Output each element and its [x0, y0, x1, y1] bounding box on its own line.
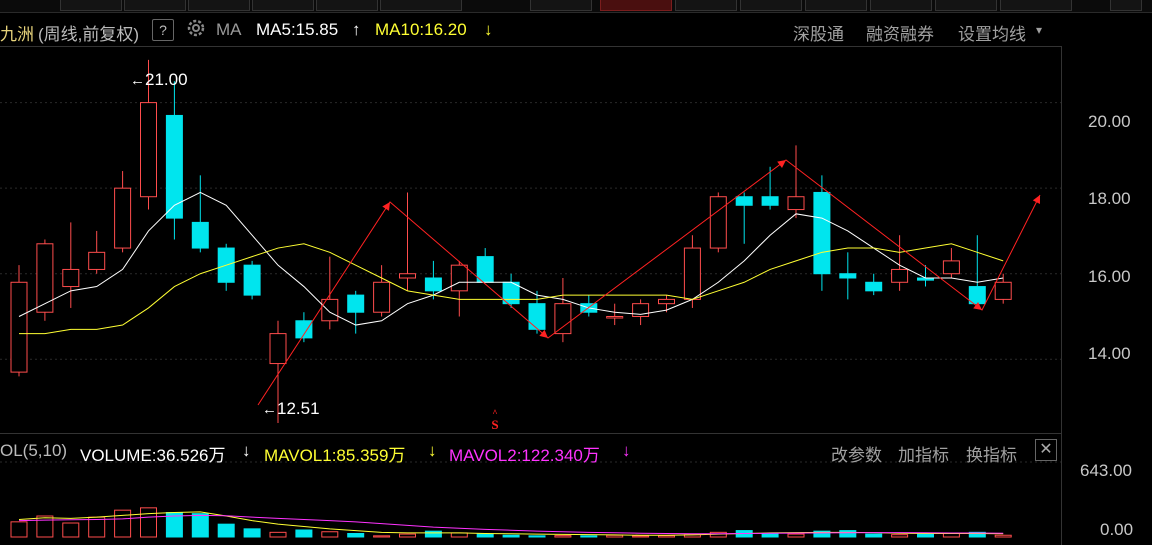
volume-bar: [373, 535, 391, 538]
volume-bar: [502, 534, 520, 538]
candle-body: [424, 277, 442, 292]
candle-body: [373, 281, 391, 313]
volume-bar: [528, 535, 546, 538]
volume-bar: [787, 533, 805, 538]
candle-body: [528, 303, 546, 330]
mavol1-value: MAVOL1:85.359万: [264, 446, 406, 465]
adjust-params-button[interactable]: 改参数: [831, 441, 882, 466]
volume-bar: [36, 515, 54, 538]
candle-body: [735, 196, 753, 206]
candle-body: [347, 294, 365, 313]
candle-body: [62, 268, 80, 288]
close-icon[interactable]: ✕: [1035, 439, 1057, 461]
candle-body: [994, 281, 1012, 300]
volume-bar: [891, 534, 909, 538]
volume-value: VOLUME:36.526万: [80, 446, 226, 465]
candle-body: [683, 247, 701, 300]
candle-body: [269, 333, 287, 365]
volume-tick: 643.00: [1080, 461, 1132, 480]
volume-bar: [554, 535, 572, 538]
high-annotation: ←21.00: [130, 70, 188, 89]
candle-body: [658, 298, 675, 305]
volume-bar: [321, 531, 339, 538]
trend-arrowhead: [382, 202, 390, 211]
volume-bar: [839, 530, 857, 538]
candle-body: [88, 251, 106, 270]
volume-bar: [994, 534, 1012, 538]
candle-body: [865, 281, 883, 292]
add-indicator-button[interactable]: 加指标: [898, 441, 949, 466]
volume-bar: [140, 507, 157, 538]
volume-bar: [191, 513, 209, 538]
volume-bar: [295, 529, 313, 538]
volume-bar: [114, 509, 132, 538]
candle-body: [813, 191, 831, 275]
volume-bar: [399, 533, 416, 538]
candle-body: [761, 196, 779, 206]
volume-bar: [269, 531, 287, 538]
candle-body: [140, 102, 157, 198]
volume-bar: [476, 533, 494, 538]
volume-bar: [347, 533, 365, 538]
volume-bar: [761, 533, 779, 538]
candle-body: [450, 264, 468, 292]
volume-bar: [243, 528, 261, 538]
volume-bar: [217, 523, 235, 538]
candle-body: [891, 268, 909, 283]
volume-bar: [942, 533, 960, 538]
high-value: 21.00: [145, 70, 188, 89]
trend-arrowhead: [777, 160, 786, 168]
volume-bar: [917, 533, 934, 538]
volume-bar: [658, 535, 675, 538]
candle-body: [114, 187, 132, 249]
volume-bar: [88, 516, 106, 538]
arrow-down-icon: ↓: [242, 441, 251, 460]
volume-bar: [632, 535, 650, 538]
switch-indicator-button[interactable]: 换指标: [966, 441, 1017, 466]
volume-info-bar: OL(5,10) VOLUME:36.526万 ↓ MAVOL1:85.359万…: [0, 437, 1060, 465]
arrow-down-icon: ↓: [428, 441, 437, 460]
volume-bar: [62, 522, 80, 538]
candle-body: [942, 260, 960, 275]
low-annotation: ←12.51: [262, 399, 320, 418]
volume-bar: [865, 533, 883, 538]
volume-bar: [10, 521, 28, 538]
candle-body: [10, 281, 28, 373]
candle-body: [606, 316, 624, 319]
mavol2-value: MAVOL2:122.340万: [449, 446, 600, 465]
candle-body: [554, 303, 572, 335]
low-value: 12.51: [277, 399, 320, 418]
candle-body: [36, 243, 54, 313]
volume-bar: [424, 530, 442, 538]
vol-indicator-label: OL(5,10): [0, 441, 68, 460]
candle-body: [191, 221, 209, 249]
candle-body: [787, 196, 805, 211]
candle-body: [968, 286, 986, 305]
volume-tick: 0.00: [1100, 520, 1134, 539]
arrow-down-icon: ↓: [622, 441, 631, 460]
sell-signal-marker[interactable]: ^ S: [488, 407, 502, 431]
trend-arrowhead: [539, 329, 548, 338]
volume-bar: [606, 534, 624, 538]
volume-bar: [580, 535, 598, 538]
candle-body: [476, 256, 494, 283]
candle-body: [839, 273, 857, 279]
candle-body: [243, 264, 261, 296]
signal-letter: S: [491, 417, 499, 432]
candle-body: [709, 196, 727, 249]
candle-body: [399, 273, 416, 279]
